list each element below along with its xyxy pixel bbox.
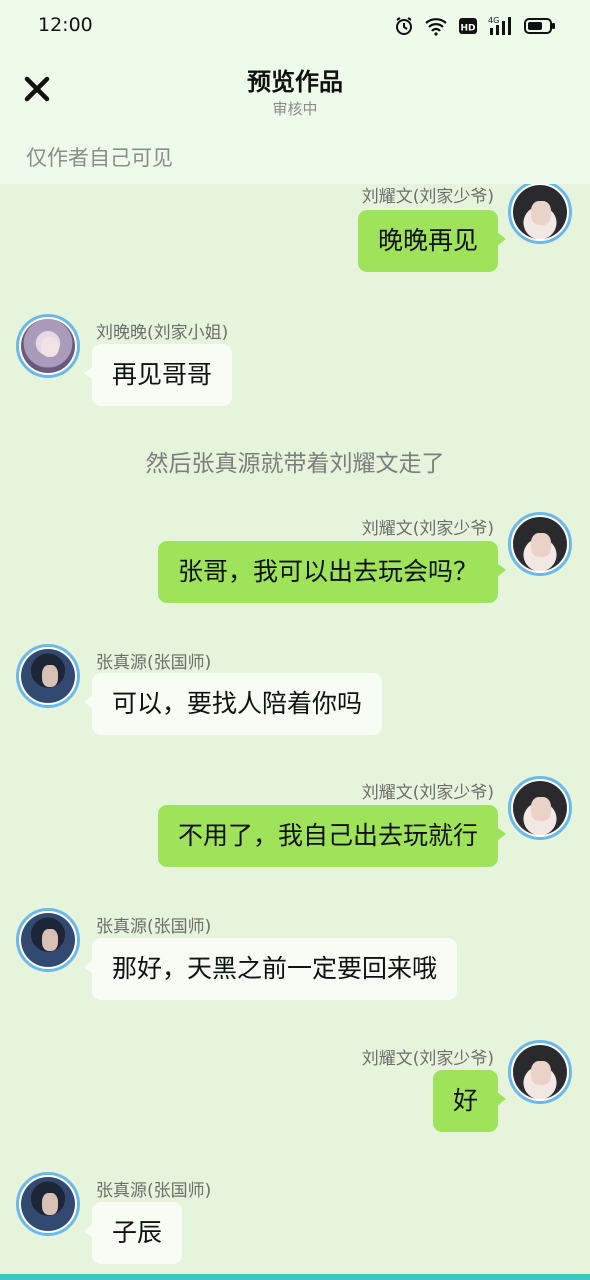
message-bubble[interactable]: 可以，要找人陪着你吗 [83, 673, 383, 735]
message-bubble[interactable]: 再见哥哥 [83, 344, 233, 406]
header: 预览作品 审核中 仅作者自己可见 [0, 52, 590, 184]
page-title: 预览作品 [247, 68, 343, 96]
avatar[interactable] [16, 314, 80, 378]
message-bubble[interactable]: 那好，天黑之前一定要回来哦 [83, 938, 458, 1000]
avatar[interactable] [508, 776, 572, 840]
avatar[interactable] [508, 1040, 572, 1104]
sender-name: 刘耀文(刘家少爷) [361, 187, 494, 207]
avatar[interactable] [508, 184, 572, 244]
sender-name: 张真源(张国师) [96, 917, 212, 937]
battery-icon [524, 16, 556, 36]
avatar[interactable] [508, 512, 572, 576]
message-bubble[interactable]: 晚晚再见 [357, 210, 507, 272]
sender-name: 张真源(张国师) [96, 653, 212, 673]
bottom-edge-bar [0, 1274, 590, 1280]
status-time: 12:00 [38, 14, 93, 36]
hd-icon: HD [458, 16, 478, 36]
sender-name: 刘耀文(刘家少爷) [361, 1049, 494, 1069]
sender-name: 刘晚晚(刘家小姐) [96, 323, 229, 343]
avatar[interactable] [16, 908, 80, 972]
message-bubble[interactable]: 好 [432, 1070, 507, 1132]
network-label: 4G [488, 16, 499, 25]
alarm-icon [394, 16, 414, 36]
message-bubble[interactable]: 张哥，我可以出去玩会吗？ [157, 541, 507, 603]
message-bubble[interactable]: 子辰 [83, 1202, 183, 1264]
status-bar: 12:00 HD 4G [0, 0, 590, 52]
signal-icon: 4G [488, 15, 514, 37]
sender-name: 刘耀文(刘家少爷) [361, 519, 494, 539]
narration-text: 然后张真源就带着刘耀文走了 [145, 451, 445, 477]
status-icons: HD 4G [394, 14, 556, 38]
sender-name: 刘耀文(刘家少爷) [361, 783, 494, 803]
chat-list[interactable]: 刘耀文(刘家少爷) 晚晚再见 刘晚晚(刘家小姐) 再见哥哥 然后张真源就带着刘耀… [0, 184, 590, 1274]
message-bubble[interactable]: 不用了，我自己出去玩就行 [157, 805, 507, 867]
avatar[interactable] [16, 1172, 80, 1236]
wifi-icon [424, 16, 448, 36]
svg-text:HD: HD [460, 24, 475, 34]
sender-name: 张真源(张国师) [96, 1181, 212, 1201]
review-status: 审核中 [272, 100, 318, 118]
visibility-note: 仅作者自己可见 [26, 146, 173, 170]
avatar[interactable] [16, 644, 80, 708]
